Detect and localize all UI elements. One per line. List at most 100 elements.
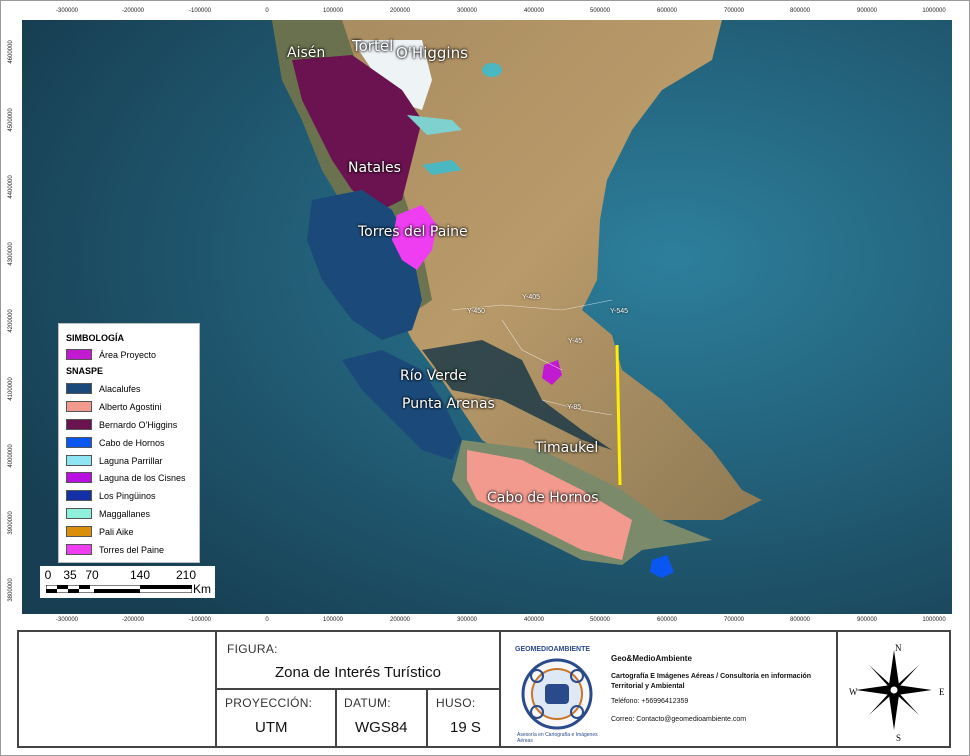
x-tick: 100000 [322,8,344,14]
place-aisen: Aisén [287,45,326,61]
legend-label: Cabo de Hornos [99,437,165,448]
legend-swatch [66,526,92,537]
place-punta-arenas: Punta Arenas [402,396,495,412]
legend-item: Torres del Paine [66,543,164,556]
place-timaukel: Timaukel [535,440,599,456]
proyeccion-value: UTM [255,719,288,736]
scale-label: 210 [175,568,197,582]
x-tick: -200000 [121,8,145,14]
legend-title: SIMBOLOGÍA [66,333,124,343]
x-tick: 100000 [322,617,344,623]
legend-section-title: SNASPE [66,366,104,376]
legend-item: Los Pingüinos [66,489,156,502]
place-cabo-de-hornos: Cabo de Hornos [487,490,599,506]
x-tick: 0 [265,617,269,623]
legend-label: Laguna de los Cisnes [99,472,186,483]
x-tick: -300000 [55,617,79,623]
x-tick: 200000 [389,617,411,623]
compass-cell: N S E W [837,631,950,747]
figura-label: FIGURA: [227,642,278,656]
x-tick: 800000 [789,617,811,623]
company-logo [521,658,593,730]
legend-item: Maggallanes [66,507,150,520]
legend-label: Alacalufes [99,383,141,394]
compass-s: S [896,733,902,743]
x-tick: 600000 [656,8,678,14]
company-phone: Teléfono: +56996412359 [611,698,689,705]
huso-cell: HUSO: 19 S [427,689,500,747]
place-natales: Natales [348,160,401,176]
scale-bar: 0 35 70 140 210 Km [40,566,215,598]
legend-item-project: Área Proyecto [66,348,156,361]
scale-label: 35 [63,568,77,582]
x-tick: 700000 [723,8,745,14]
x-tick: 500000 [589,617,611,623]
y-tick: 4500000 [8,108,14,132]
huso-value: 19 S [450,719,481,736]
compass-w: W [849,687,858,697]
scale-label: 140 [129,568,151,582]
legend-item: Cabo de Hornos [66,436,165,449]
legend-label: Bernardo O'Higgins [99,419,178,430]
x-tick: 300000 [456,617,478,623]
x-tick: 700000 [723,617,745,623]
proyeccion-label: PROYECCIÓN: [225,696,313,710]
legend-label: Laguna Parrillar [99,455,163,466]
legend-swatch [66,455,92,466]
legend-swatch [66,508,92,519]
x-tick: 900000 [856,8,878,14]
x-tick: 0 [265,8,269,14]
x-tick: 400000 [523,617,545,623]
y-tick: 4200000 [8,309,14,333]
place-torres-del-paine: Torres del Paine [358,224,468,240]
legend-item: Pali Aike [66,525,134,538]
y-tick: 4300000 [8,242,14,266]
x-tick: 1000000 [922,617,946,623]
title-block: FIGURA: Zona de Interés Turístico PROYEC… [17,630,951,748]
compass-n: N [895,643,902,653]
figura-value: Zona de Interés Turístico [275,664,441,681]
x-tick: -200000 [121,617,145,623]
logo-subtext: Asesoría en Cartografía e Imágenes Aérea… [517,732,598,744]
x-tick: 300000 [456,8,478,14]
x-tick: 1000000 [922,8,946,14]
datum-cell: DATUM: WGS84 [336,689,427,747]
legend-item: Alberto Agostini [66,400,162,413]
logo-text: GEOMEDIOAMBIENTE [515,646,591,653]
legend-label: Alberto Agostini [99,401,162,412]
proyeccion-cell: PROYECCIÓN: UTM [216,689,336,747]
x-tick: -100000 [188,8,212,14]
huso-label: HUSO: [436,696,476,710]
road-label: Y-450 [467,308,486,315]
y-tick: 4400000 [8,175,14,199]
x-tick: 800000 [789,8,811,14]
place-rio-verde: Río Verde [400,368,467,384]
legend-item: Laguna de los Cisnes [66,471,186,484]
scale-label: 70 [85,568,99,582]
legend: SIMBOLOGÍA Área Proyecto SNASPE Alacaluf… [58,323,200,563]
legend-label: Área Proyecto [99,349,157,360]
legend-label: Torres del Paine [99,544,165,555]
legend-swatch [66,401,92,412]
legend-swatch [66,472,92,483]
place-ohiggins: O'Higgins [396,44,468,62]
legend-item: Bernardo O'Higgins [66,418,177,431]
road-label: Y-45 [568,338,583,345]
figura-cell: FIGURA: Zona de Interés Turístico [216,631,500,689]
x-tick: 600000 [656,617,678,623]
lake [482,63,502,77]
blank-cell [18,631,216,747]
x-tick: 200000 [389,8,411,14]
company-email: Correo: Contacto@geomedioambiente.com [611,716,747,723]
road-label: Y-545 [610,308,629,315]
scale-unit: Km [193,582,211,596]
datum-label: DATUM: [344,696,391,710]
legend-swatch [66,419,92,430]
legend-swatch [66,383,92,394]
legend-item: Laguna Parrillar [66,454,163,467]
company-desc: Cartografía E Imágenes Aéreas / Consulto… [611,673,812,690]
legend-swatch [66,544,92,555]
x-tick: 900000 [856,617,878,623]
x-tick: -100000 [188,617,212,623]
company-name: Geo&MedioAmbiente [611,654,692,663]
